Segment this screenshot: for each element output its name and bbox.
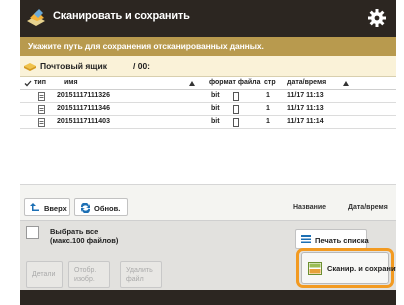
display-image-line1: Отобр. (74, 267, 97, 274)
sort-by-date[interactable]: Дата/время (348, 204, 388, 211)
scan-icon (308, 262, 322, 275)
delete-file-line1: Удалить (126, 267, 153, 274)
details-label: Детали (32, 271, 56, 278)
sort-by-name[interactable]: Название (293, 204, 326, 211)
file-datetime: 11/17 11:13 (287, 92, 324, 99)
file-name: 20151117111346 (57, 105, 110, 112)
list-icon (301, 235, 311, 243)
column-header-name[interactable]: имя (64, 79, 78, 86)
file-format: bit (211, 105, 220, 112)
scan-and-save-label: Сканир. и сохранить (327, 264, 396, 273)
mailbox-icon (24, 63, 36, 71)
select-all-line1: Выбрать все (50, 227, 99, 236)
details-button[interactable]: Детали (26, 261, 63, 288)
path-bar: Почтовый ящик / 00: (20, 56, 396, 77)
delete-file-line2: файл (126, 276, 144, 283)
column-header-date[interactable]: дата/время (287, 79, 326, 86)
file-datetime: 11/17 11:14 (287, 118, 324, 125)
page-title: Сканировать и сохранить (53, 10, 190, 22)
file-icon (38, 105, 45, 114)
file-icon (38, 118, 45, 127)
file-list-header: тип имя формат файла стр дата/время (20, 77, 396, 90)
display-image-button[interactable]: Отобр. изобр. (68, 261, 110, 288)
print-list-button[interactable]: Печать списка (295, 229, 369, 249)
gear-icon[interactable] (367, 8, 387, 28)
file-pages: 1 (266, 118, 270, 125)
scan-and-save-button[interactable]: Сканир. и сохранить (301, 252, 396, 284)
path-value: / 00: (133, 61, 151, 71)
list-toolbar: Вверх Обнов. Название Дата/время (20, 195, 396, 220)
up-arrow-icon (30, 203, 39, 211)
file-name: 20151117111403 (57, 118, 110, 125)
select-all-label[interactable]: Выбрать все (макс.100 файлов) (50, 227, 118, 245)
instruction-banner: Укажите путь для сохранения отсканирован… (20, 37, 396, 56)
select-all-line2: (макс.100 файлов) (50, 236, 119, 245)
column-header-pages[interactable]: стр (264, 79, 276, 86)
file-icon (38, 92, 45, 101)
table-row[interactable]: 20151117111346 bit 1 11/17 11:13 (20, 103, 396, 116)
column-header-type[interactable]: тип (34, 79, 46, 86)
page-icon (233, 105, 239, 114)
file-name: 20151117111326 (57, 92, 110, 99)
scan-and-store-icon (27, 9, 45, 26)
bottom-bar (20, 290, 396, 305)
file-pages: 1 (266, 105, 270, 112)
file-list: тип имя формат файла стр дата/время 2015… (20, 77, 396, 185)
column-header-format[interactable]: формат файла (209, 79, 261, 86)
print-list-label: Печать списка (315, 236, 369, 245)
page-icon (233, 92, 239, 101)
page-icon (233, 118, 239, 127)
file-datetime: 11/17 11:13 (287, 105, 324, 112)
delete-file-button[interactable]: Удалить файл (120, 261, 162, 288)
screen: Сканировать и сохранить Укажите путь для… (20, 0, 396, 305)
file-pages: 1 (266, 92, 270, 99)
file-format: bit (211, 118, 220, 125)
back-button-label: Вверх (44, 204, 67, 213)
select-all-checkbox[interactable] (26, 226, 39, 239)
file-format: bit (211, 92, 220, 99)
path-label: Почтовый ящик (40, 61, 107, 71)
title-bar: Сканировать и сохранить (20, 0, 396, 37)
sort-up-icon (343, 81, 349, 86)
sort-up-icon (189, 81, 195, 86)
refresh-button-label: Обнов. (94, 204, 121, 213)
check-icon[interactable] (24, 80, 32, 87)
back-button[interactable]: Вверх (24, 198, 70, 216)
table-row[interactable]: 20151117111326 bit 1 11/17 11:13 (20, 90, 396, 103)
table-row[interactable]: 20151117111403 bit 1 11/17 11:14 (20, 116, 396, 129)
refresh-icon (80, 203, 91, 213)
refresh-button[interactable]: Обнов. (74, 198, 128, 216)
display-image-line2: изобр. (74, 276, 95, 283)
